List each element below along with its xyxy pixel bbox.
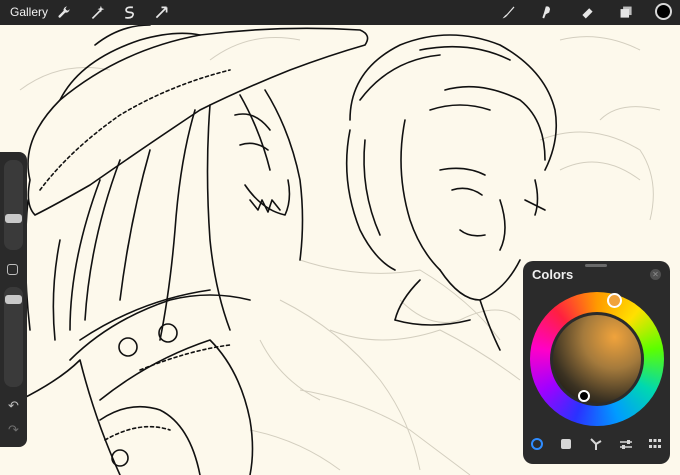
layers-icon[interactable] — [618, 4, 635, 21]
brush-size-slider[interactable] — [4, 160, 23, 250]
left-sidebar: ↶ ↷ — [0, 152, 27, 447]
opacity-slider[interactable] — [4, 287, 23, 387]
harmony-icon[interactable] — [589, 437, 603, 451]
disc-icon[interactable] — [530, 437, 544, 451]
eraser-icon[interactable] — [579, 4, 596, 21]
brush-size-thumb[interactable] — [5, 214, 22, 223]
top-toolbar: Gallery — [0, 0, 680, 25]
current-color-swatch[interactable] — [655, 3, 672, 20]
opacity-thumb[interactable] — [5, 295, 22, 304]
brush-icon[interactable] — [500, 4, 517, 21]
hue-knob[interactable] — [607, 293, 622, 308]
saturation-disc[interactable] — [553, 315, 641, 403]
close-icon[interactable]: ✕ — [650, 269, 661, 280]
palettes-icon[interactable] — [648, 437, 662, 451]
panel-grip[interactable] — [585, 264, 607, 267]
saturation-knob[interactable] — [578, 390, 590, 402]
selection-icon[interactable] — [121, 4, 138, 21]
redo-icon[interactable]: ↷ — [6, 422, 21, 437]
gallery-button[interactable]: Gallery — [10, 5, 48, 19]
magic-wand-icon[interactable] — [89, 4, 106, 21]
wrench-icon[interactable] — [56, 4, 73, 21]
colors-panel-title: Colors — [532, 267, 574, 282]
undo-icon[interactable]: ↶ — [6, 398, 21, 413]
modify-button[interactable] — [7, 264, 18, 275]
value-icon[interactable] — [619, 437, 633, 451]
wheel-gap — [550, 312, 644, 406]
classic-icon[interactable] — [559, 437, 573, 451]
hue-ring[interactable] — [530, 292, 664, 426]
colors-panel: Colors ✕ — [523, 261, 670, 464]
smudge-icon[interactable] — [539, 4, 556, 21]
transform-icon[interactable] — [153, 4, 170, 21]
